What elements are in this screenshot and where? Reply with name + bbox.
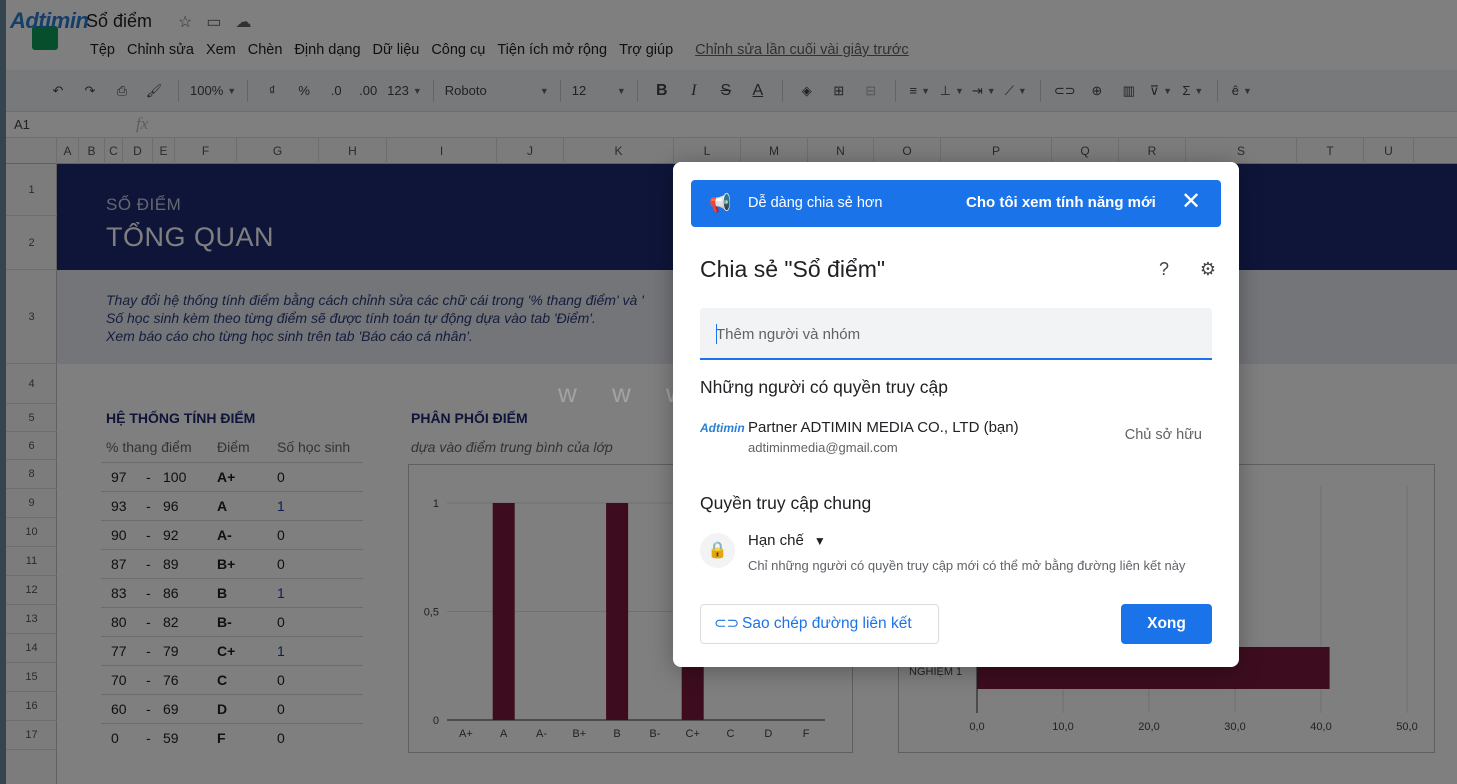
access-description: Chỉ những người có quyền truy cập mới có… [748,558,1186,573]
people-with-access-heading: Những người có quyền truy cập [700,377,948,397]
close-icon[interactable]: ✕ [1181,189,1201,215]
person-role: Chủ sở hữu [1124,427,1202,443]
general-access-row: 🔒 Hạn chế ▼ Chỉ những người có quyền truy… [700,529,1212,579]
link-icon: ⊂⊃ [714,615,740,632]
megaphone-icon: 📢 [709,193,732,213]
done-button[interactable]: Xong [1121,604,1212,644]
access-person-row: Adtimin Partner ADTIMIN MEDIA CO., LTD (… [700,417,1212,457]
access-level-value: Hạn chế [748,532,804,549]
person-name: Partner ADTIMIN MEDIA CO., LTD (bạn) [748,419,1019,436]
person-email: adtiminmedia@gmail.com [748,440,898,455]
gear-icon[interactable]: ⚙ [1196,257,1220,281]
copy-link-label: Sao chép đường liên kết [742,615,912,632]
text-cursor [716,324,717,344]
general-access-heading: Quyền truy cập chung [700,493,872,513]
access-level-dropdown[interactable]: Hạn chế ▼ [748,532,826,549]
promo-banner: 📢 Dễ dàng chia sẻ hơn Cho tôi xem tính n… [691,180,1221,227]
chevron-down-icon: ▼ [813,534,826,548]
lock-icon: 🔒 [700,533,735,568]
promo-text: Dễ dàng chia sẻ hơn [748,195,883,211]
add-people-field[interactable] [700,308,1212,360]
add-people-input[interactable] [716,322,1196,346]
help-icon[interactable]: ? [1152,257,1176,281]
dialog-title: Chia sẻ "Sổ điểm" [700,256,886,282]
copy-link-button[interactable]: ⊂⊃ Sao chép đường liên kết [700,604,939,644]
avatar: Adtimin [700,421,745,435]
show-new-features-link[interactable]: Cho tôi xem tính năng mới [966,194,1156,211]
share-dialog: 📢 Dễ dàng chia sẻ hơn Cho tôi xem tính n… [673,162,1239,667]
